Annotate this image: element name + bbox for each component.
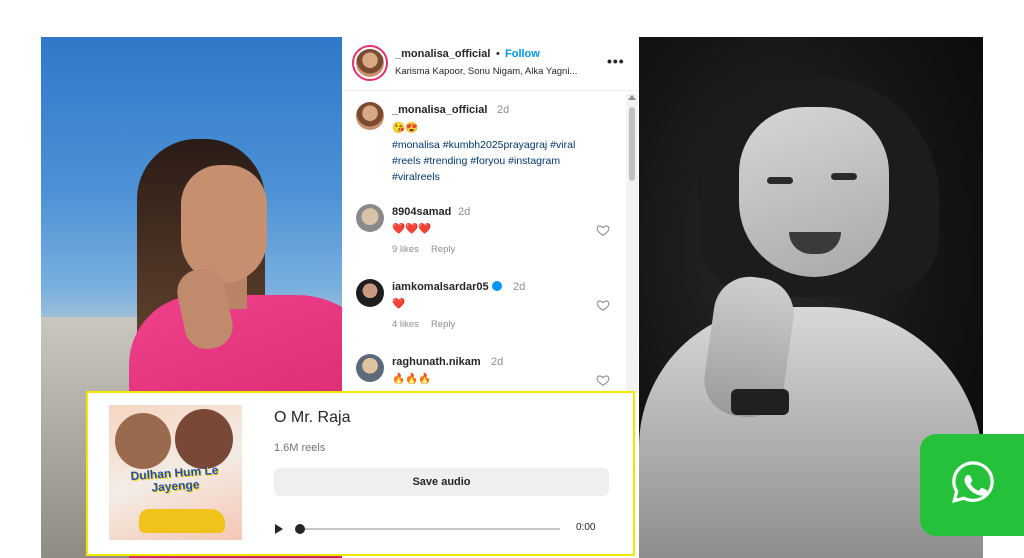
audio-card: Dulhan Hum Le Jayenge O Mr. Raja 1.6M re… (86, 391, 635, 556)
caption-time: 2d (497, 104, 510, 116)
song-title: O Mr. Raja (274, 409, 351, 426)
audio-progress-track[interactable] (300, 528, 560, 530)
comment-text: 🔥🔥🔥 (392, 373, 432, 385)
comment-likes[interactable]: 4 likes (392, 319, 419, 330)
whatsapp-icon (952, 461, 994, 503)
more-horizontal-icon[interactable]: ••• (607, 53, 625, 69)
header-username[interactable]: _monalisa_official (395, 48, 490, 60)
comment-text: ❤️❤️❤️ (392, 223, 432, 235)
reply-link[interactable]: Reply (431, 319, 455, 330)
comment-time: 2d (491, 356, 504, 368)
verified-badge-icon (491, 281, 502, 291)
album-car (139, 509, 225, 533)
comments-list[interactable]: _monalisa_official 2d 😘😍 #monalisa #kumb… (342, 92, 627, 392)
comment-time: 2d (513, 281, 526, 293)
reel-count: 1.6M reels (274, 442, 326, 454)
comment-item: raghunath.nikam 2d 🔥🔥🔥 (342, 352, 627, 392)
album-art-title: Dulhan Hum Le Jayenge (130, 462, 219, 495)
play-icon[interactable] (275, 524, 283, 534)
album-art[interactable]: Dulhan Hum Le Jayenge (109, 405, 242, 540)
comment-username[interactable]: 8904samad (392, 206, 451, 218)
avatar[interactable] (356, 354, 384, 382)
woman-face (181, 165, 267, 283)
caption: _monalisa_official 2d 😘😍 #monalisa #kumb… (342, 100, 627, 190)
comment-username[interactable]: iamkomalsardar05 (392, 281, 502, 293)
heart-icon[interactable] (596, 223, 610, 237)
comment-username[interactable]: raghunath.nikam (392, 356, 481, 368)
comment-item: iamkomalsardar05 2d ❤️ 4 likes Reply (342, 277, 627, 333)
header-separator: • (496, 48, 500, 60)
caption-emojis: 😘😍 (392, 122, 419, 134)
reply-link[interactable]: Reply (431, 244, 455, 255)
eye (767, 177, 793, 184)
comment-meta: 9 likes Reply (392, 244, 467, 255)
eye (831, 173, 857, 180)
audio-subtitle[interactable]: Karisma Kapoor, Sonu Nigam, Alka Yagni..… (395, 66, 600, 77)
comment-time: 2d (458, 206, 471, 218)
comment-meta: 4 likes Reply (392, 319, 467, 330)
caption-username[interactable]: _monalisa_official (392, 104, 487, 116)
whatsapp-button[interactable] (920, 434, 1024, 536)
audio-progress-knob[interactable] (295, 524, 305, 534)
screenshot-canvas: _monalisa_official • Follow Karisma Kapo… (0, 0, 1024, 558)
comment-username-text[interactable]: iamkomalsardar05 (392, 281, 489, 293)
scroll-up-arrow-icon[interactable] (628, 95, 636, 100)
comment-likes[interactable]: 9 likes (392, 244, 419, 255)
heart-icon[interactable] (596, 373, 610, 387)
caption-hashtags[interactable]: #monalisa #kumbh2025prayagraj #viral #re… (392, 137, 602, 185)
post-header: _monalisa_official • Follow Karisma Kapo… (342, 37, 639, 91)
album-figure (115, 413, 171, 469)
comment-text: ❤️ (392, 298, 406, 310)
save-audio-button[interactable]: Save audio (274, 468, 609, 496)
follow-button[interactable]: Follow (505, 48, 540, 60)
comment-item: 8904samad 2d ❤️❤️❤️ 9 likes Reply (342, 202, 627, 258)
audio-time: 0:00 (576, 522, 596, 533)
heart-icon[interactable] (596, 298, 610, 312)
scrollbar-thumb[interactable] (629, 107, 635, 181)
wristwatch (731, 389, 789, 415)
avatar[interactable] (356, 49, 384, 77)
avatar[interactable] (356, 102, 384, 130)
avatar[interactable] (356, 204, 384, 232)
avatar[interactable] (356, 279, 384, 307)
album-figure (175, 409, 233, 469)
